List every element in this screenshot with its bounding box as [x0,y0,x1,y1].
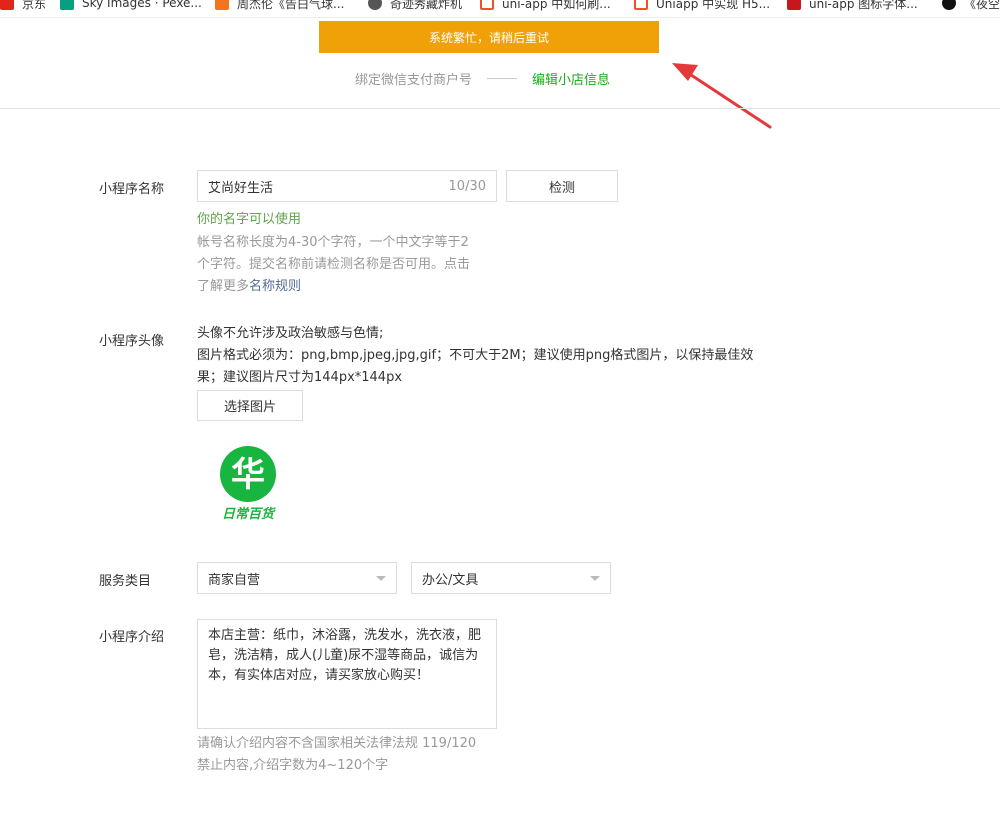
bookmark-item[interactable]: 京东 [0,0,46,12]
tiktok-icon [942,0,956,10]
intro-tip-line-2: 禁止内容,介绍字数为4~120个字 [197,758,389,773]
shop-logo-image: 华 日常百货 [220,446,276,522]
uni-app-icon [634,0,648,10]
category-secondary-value: 办公/文具 [422,572,479,588]
name-rules-link[interactable]: 名称规则 [249,279,301,294]
step-bind-merchant[interactable]: 绑定微信支付商户号 [355,69,472,88]
music-icon [215,0,229,10]
check-name-button[interactable]: 检测 [506,170,618,202]
intro-label: 小程序介绍 [99,630,165,645]
choose-image-button[interactable]: 选择图片 [197,390,303,421]
intro-tip-line-1: 请确认介绍内容不含国家相关法律法规 119/120 [197,736,477,751]
pexels-icon [60,0,74,10]
error-toast: 系统繁忙，请稍后重试 [319,21,659,53]
bookmark-item[interactable]: Sky Images · Pexe... [60,0,202,12]
jd-icon [0,0,14,10]
category-select-secondary[interactable]: 办公/文具 [411,562,611,594]
bookmark-item[interactable]: uni-app 图标字体... [787,0,918,12]
name-input-value: 艾尚好生活 [208,180,274,196]
bookmark-label: 周杰伦《告白气球... [237,0,345,11]
globe-icon [368,0,382,10]
logo-text: 日常百货 [222,506,276,522]
bookmark-item[interactable]: 周杰伦《告白气球... [215,0,344,12]
uni-app-icon [480,0,494,10]
bookmark-item[interactable]: uni-app 中如何刷... [480,0,611,12]
name-label: 小程序名称 [99,182,165,197]
bookmark-label: 京东 [22,0,47,11]
avatar-label: 小程序头像 [99,334,165,349]
bookmark-label: Uniapp 中实现 H5... [656,0,771,11]
category-label: 服务类目 [99,574,152,589]
intro-textarea[interactable]: 本店主营：纸巾，沐浴露，洗发水，洗衣液，肥皂，洗洁精，成人(儿童)尿不湿等商品，… [197,619,497,729]
name-tip-text: 了解更多 [197,279,250,294]
name-char-count: 10/30 [448,178,486,194]
bookmark-item[interactable]: 《夜空 [942,0,1000,12]
bookmarks-bar: 京东 Sky Images · Pexe... 周杰伦《告白气球... 奇迹秀藏… [0,0,1000,18]
bookmark-item[interactable]: 奇迹秀藏炸机 [368,0,462,12]
step-edit-shop-info[interactable]: 编辑小店信息 [532,69,610,88]
logo-char: 华 [231,455,265,495]
bookmark-label: Sky Images · Pexe... [82,0,202,10]
csdn-icon [787,0,801,10]
bookmark-label: 《夜空 [964,0,1000,11]
avatar-description: 头像不允许涉及政治敏感与色情; 图片格式必须为：png,bmp,jpeg,jpg… [197,323,797,389]
name-ok-message: 你的名字可以使用 [197,212,302,227]
category-select-primary[interactable]: 商家自营 [197,562,397,594]
avatar-desc-line-3: 果；建议图片尺寸为144px*144px [197,370,403,385]
header-divider [0,108,1000,109]
bookmark-label: uni-app 中如何刷... [502,0,611,11]
avatar-desc-line-1: 头像不允许涉及政治敏感与色情; [197,326,384,341]
name-tip-line-1: 帐号名称长度为4-30个字符，一个中文字等于2 [197,235,469,250]
step-divider [487,78,518,79]
chevron-down-icon [376,575,386,581]
category-primary-value: 商家自营 [208,572,261,588]
name-tip-line-2: 个字符。提交名称前请检测名称是否可用。点击 [197,257,471,272]
name-input[interactable]: 艾尚好生活 10/30 [197,170,497,202]
red-arrow-annotation [672,63,772,129]
steps-indicator: 绑定微信支付商户号 编辑小店信息 [355,69,610,88]
avatar-desc-line-2: 图片格式必须为：png,bmp,jpeg,jpg,gif；不可大于2M；建议使用… [197,348,754,363]
bookmark-item[interactable]: Uniapp 中实现 H5... [634,0,770,12]
bookmark-label: uni-app 图标字体... [809,0,918,11]
chevron-down-icon [590,575,600,581]
name-tip-line-3: 了解更多名称规则 [197,276,301,298]
bookmark-label: 奇迹秀藏炸机 [390,0,463,11]
